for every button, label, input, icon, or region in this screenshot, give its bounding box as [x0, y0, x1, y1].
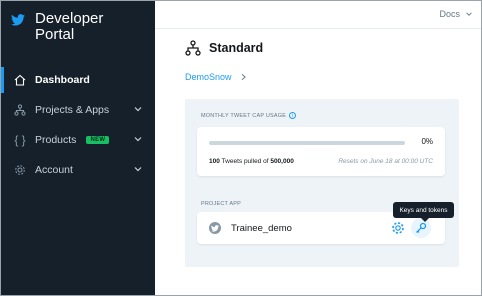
- page-title: Standard: [209, 41, 264, 55]
- usage-cap-value: 500,000: [270, 158, 294, 165]
- usage-card: 0% 100 Tweets pulled of 500,000 Resets o…: [197, 127, 445, 176]
- home-icon: [13, 73, 27, 87]
- usage-reset-text: Resets on June 18 at 00:00 UTC: [338, 158, 433, 165]
- app-name[interactable]: Trainee_demo: [231, 223, 292, 234]
- brand[interactable]: Developer Portal: [11, 11, 125, 43]
- sidebar-item-products[interactable]: { } Products NEW: [1, 125, 155, 155]
- sidebar-item-dashboard[interactable]: Dashboard: [1, 65, 155, 95]
- usage-count-text: Tweets pulled of: [219, 158, 271, 165]
- chevron-down-icon[interactable]: [133, 104, 143, 114]
- projects-icon: [13, 103, 27, 117]
- app-avatar: [209, 222, 221, 234]
- project-app-label: PROJECT APP: [201, 201, 241, 207]
- docs-label: Docs: [439, 9, 460, 19]
- keys-tokens-tooltip: Keys and tokens: [393, 202, 454, 222]
- project-hierarchy-icon: [185, 40, 201, 56]
- main-content: Standard DemoSnow MONTHLY TWEET CAP USAG…: [155, 30, 481, 295]
- sidebar: Developer Portal Dashboard Projects & Ap…: [1, 1, 155, 295]
- usage-label-text: MONTHLY TWEET CAP USAGE: [201, 112, 287, 119]
- sidebar-item-projects-apps[interactable]: Projects & Apps: [1, 95, 155, 125]
- key-icon: [416, 222, 427, 233]
- usage-progress-bar: [209, 141, 405, 145]
- sidebar-nav: Dashboard Projects & Apps { } Products N…: [1, 65, 155, 185]
- usage-count-value: 100: [209, 158, 220, 165]
- new-badge: NEW: [86, 136, 110, 144]
- chevron-down-icon[interactable]: [133, 134, 143, 144]
- sidebar-item-label: Dashboard: [35, 74, 90, 86]
- breadcrumb-link[interactable]: DemoSnow: [185, 72, 232, 82]
- twitter-bird-icon: [211, 224, 219, 232]
- breadcrumb[interactable]: DemoSnow: [185, 72, 247, 82]
- sidebar-item-account[interactable]: Account: [1, 155, 155, 185]
- chevron-right-icon: [241, 73, 246, 81]
- chevron-down-icon: [466, 12, 472, 16]
- usage-count: 100 Tweets pulled of 500,000: [209, 158, 294, 165]
- gear-icon: [13, 163, 27, 177]
- docs-menu[interactable]: Docs: [439, 9, 473, 19]
- project-panel: MONTHLY TWEET CAP USAGE i 0% 100 Tweets …: [185, 99, 459, 267]
- usage-section-label: MONTHLY TWEET CAP USAGE i: [201, 112, 297, 119]
- brand-title: Developer Portal: [35, 10, 104, 43]
- usage-percent: 0%: [421, 137, 433, 146]
- top-bar: Docs: [155, 1, 481, 29]
- braces-icon: { }: [14, 133, 26, 147]
- sidebar-item-label: Account: [35, 164, 73, 176]
- sidebar-item-label: Products: [35, 134, 77, 146]
- twitter-bird-icon: [11, 14, 25, 26]
- sidebar-item-label: Projects & Apps: [35, 104, 110, 116]
- chevron-down-icon[interactable]: [133, 164, 143, 174]
- app-settings-gear-icon[interactable]: [391, 221, 405, 235]
- page-heading: Standard: [185, 40, 263, 56]
- info-icon[interactable]: i: [289, 112, 297, 119]
